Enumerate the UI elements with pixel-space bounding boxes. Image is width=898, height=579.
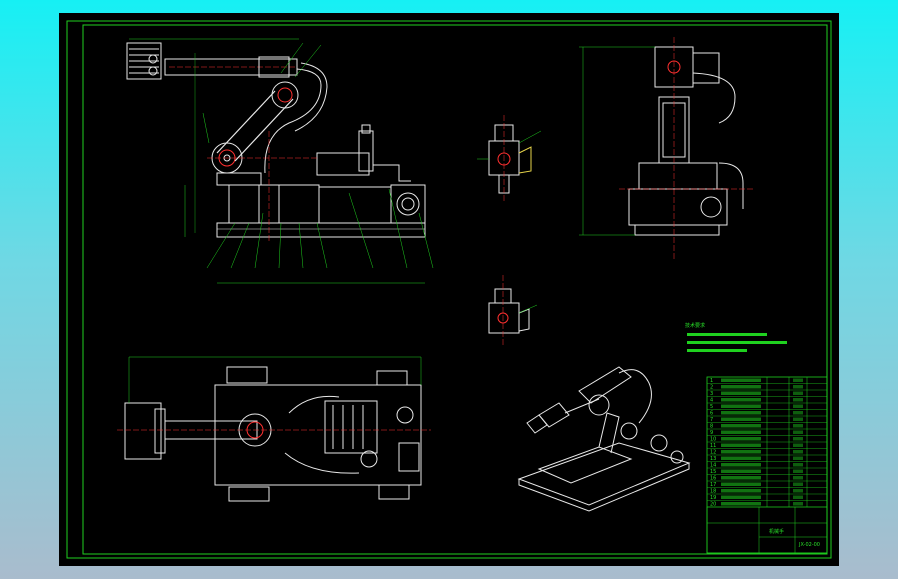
- technical-notes: 技术要求: [685, 322, 787, 352]
- drawing-number: JX-02-00: [798, 542, 820, 548]
- outer-border: [66, 20, 832, 559]
- bom-row-number: 15: [710, 469, 716, 475]
- title-block: 1234567891011121314151617181920 机械手 JX-0…: [706, 376, 828, 554]
- bom-row-number: 1: [710, 378, 713, 384]
- bom-row-number: 12: [710, 450, 716, 456]
- bom-row-number: 5: [710, 404, 713, 410]
- bom-row-number: 11: [710, 443, 716, 449]
- side-elevation: [579, 37, 753, 261]
- bom-row-number: 19: [710, 495, 716, 501]
- bom-row-number: 3: [710, 391, 713, 397]
- detail-a: [477, 115, 542, 203]
- isometric-view: [517, 366, 691, 512]
- bom-row-number: 17: [710, 482, 716, 488]
- top-plan: [117, 356, 431, 502]
- bom-row-number: 16: [710, 476, 716, 482]
- cad-drawing: 技术要求 1234567891011121314151617181920 机械手…: [66, 20, 832, 559]
- bom-row-number: 14: [710, 463, 716, 469]
- bom-row-number: 8: [710, 424, 713, 430]
- bom-row-number: 6: [710, 411, 713, 417]
- front-elevation: [126, 38, 434, 284]
- notes-label: 技术要求: [685, 322, 705, 329]
- bom-row-number: 9: [710, 430, 713, 436]
- bom-row-number: 2: [710, 385, 713, 391]
- drawing-title: 机械手: [769, 528, 784, 535]
- bom-row-number: 7: [710, 417, 713, 423]
- bom-row-number: 4: [710, 398, 713, 404]
- bom-row-number: 13: [710, 456, 716, 462]
- drawing-sheet: 技术要求 1 2 3 4 5 6 7 8 9 10 11 12 13 14 15 16 17 18 19 20 机械手…: [59, 13, 839, 566]
- bom-row-number: 20: [710, 502, 716, 508]
- detail-b: [488, 275, 538, 347]
- bom-row-number: 10: [710, 437, 716, 443]
- bom-row-number: 18: [710, 489, 716, 495]
